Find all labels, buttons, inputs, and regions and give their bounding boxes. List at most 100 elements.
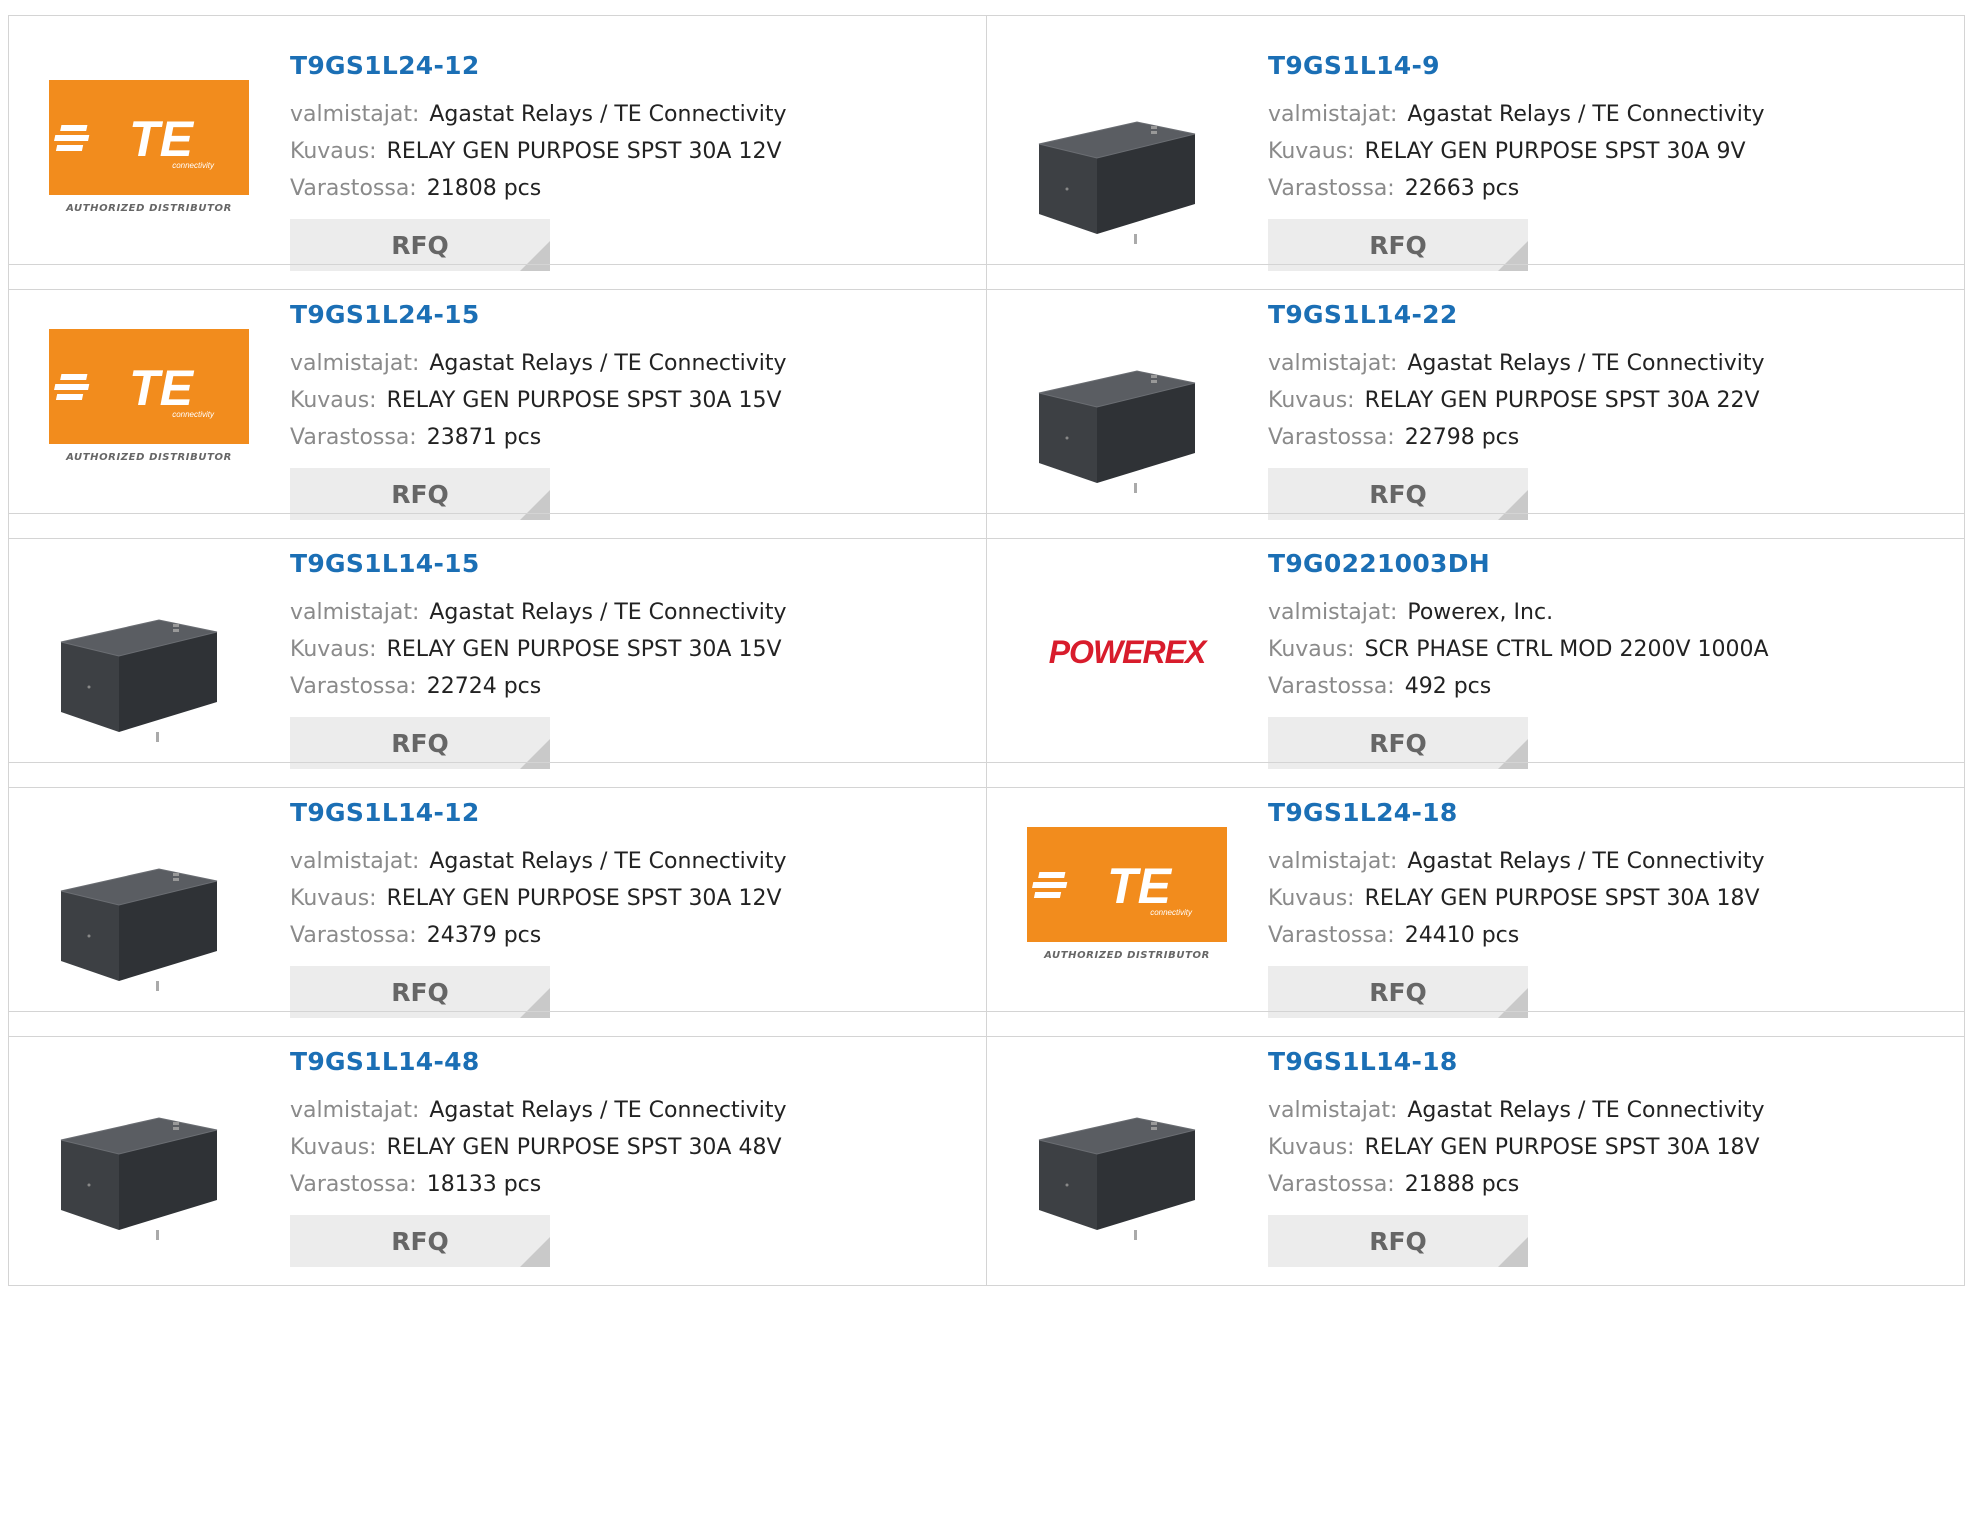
product-part-number-link[interactable]: T9GS1L14-48	[290, 1046, 787, 1078]
description-label: Kuvaus:	[290, 637, 377, 662]
description-value: SCR PHASE CTRL MOD 2200V 1000A	[1364, 637, 1769, 662]
stock-value: 22798 pcs	[1404, 425, 1520, 450]
product-image[interactable]: TE connectivity AUTHORIZED DISTRIBUTOR	[49, 303, 249, 503]
product-part-number-link[interactable]: T9GS1L14-18	[1268, 1046, 1765, 1078]
description-value: RELAY GEN PURPOSE SPST 30A 22V	[1364, 388, 1760, 413]
product-card: T9GS1L14-48 valmistajat: Agastat Relays /…	[9, 1012, 987, 1285]
rfq-button-label: RFQ	[391, 230, 449, 260]
product-image[interactable]	[1027, 1050, 1227, 1250]
powerex-logo: POWEREX	[1048, 633, 1207, 670]
product-part-number-link[interactable]: T9GS1L24-18	[1268, 797, 1765, 829]
stock-value: 21888 pcs	[1404, 1172, 1520, 1197]
product-image[interactable]	[49, 1050, 249, 1250]
stock-row: Varastossa: 23871 pcs	[290, 419, 787, 456]
product-info: T9GS1L14-9 valmistajat: Agastat Relays / …	[1268, 50, 1765, 271]
product-part-number-link[interactable]: T9G0221003DH	[1268, 548, 1769, 580]
stock-value: 22663 pcs	[1404, 176, 1520, 201]
stock-value: 24379 pcs	[426, 923, 542, 948]
relay-photo-icon	[49, 552, 249, 752]
description-label: Kuvaus:	[1268, 139, 1355, 164]
stock-row: Varastossa: 18133 pcs	[290, 1166, 787, 1203]
product-image[interactable]	[49, 552, 249, 752]
rfq-button-label: RFQ	[391, 479, 449, 509]
description-value: RELAY GEN PURPOSE SPST 30A 12V	[386, 886, 782, 911]
description-row: Kuvaus: RELAY GEN PURPOSE SPST 30A 15V	[290, 382, 787, 419]
description-row: Kuvaus: RELAY GEN PURPOSE SPST 30A 18V	[1268, 880, 1765, 917]
rfq-button-label: RFQ	[1369, 977, 1427, 1007]
manufacturer-row: valmistajat: Agastat Relays / TE Connecti…	[1268, 843, 1765, 880]
stock-label: Varastossa:	[290, 674, 417, 699]
manufacturer-label: valmistajat:	[1268, 849, 1398, 874]
stock-label: Varastossa:	[1268, 674, 1395, 699]
product-image[interactable]	[1027, 303, 1227, 503]
product-card: T9GS1L14-22 valmistajat: Agastat Relays /…	[987, 265, 1965, 538]
manufacturer-label: valmistajat:	[290, 849, 420, 874]
description-row: Kuvaus: SCR PHASE CTRL MOD 2200V 1000A	[1268, 631, 1769, 668]
stock-value: 18133 pcs	[426, 1172, 542, 1197]
description-row: Kuvaus: RELAY GEN PURPOSE SPST 30A 9V	[1268, 133, 1765, 170]
product-image[interactable]	[49, 801, 249, 1001]
manufacturer-value: Agastat Relays / TE Connectivity	[429, 600, 787, 625]
product-card: T9GS1L14-18 valmistajat: Agastat Relays /…	[987, 1012, 1965, 1285]
product-row: T9GS1L14-12 valmistajat: Agastat Relays /…	[8, 762, 1965, 1037]
product-info: T9GS1L14-12 valmistajat: Agastat Relays /…	[290, 797, 787, 1018]
te-tagline: connectivity	[172, 410, 215, 419]
stock-label: Varastossa:	[290, 176, 417, 201]
product-info: T9GS1L24-12 valmistajat: Agastat Relays /…	[290, 50, 787, 271]
rfq-button[interactable]: RFQ	[290, 1215, 550, 1267]
rfq-button-label: RFQ	[391, 977, 449, 1007]
product-part-number-link[interactable]: T9GS1L14-9	[1268, 50, 1765, 82]
description-row: Kuvaus: RELAY GEN PURPOSE SPST 30A 12V	[290, 880, 787, 917]
rfq-button-label: RFQ	[1369, 728, 1427, 758]
product-card: TE connectivity AUTHORIZED DISTRIBUTOR T9G…	[9, 265, 987, 538]
product-row: T9GS1L14-15 valmistajat: Agastat Relays /…	[8, 513, 1965, 788]
product-info: T9GS1L14-15 valmistajat: Agastat Relays /…	[290, 548, 787, 769]
product-info: T9GS1L24-18 valmistajat: Agastat Relays /…	[1268, 797, 1765, 1018]
description-value: RELAY GEN PURPOSE SPST 30A 48V	[386, 1135, 782, 1160]
description-value: RELAY GEN PURPOSE SPST 30A 15V	[386, 637, 782, 662]
manufacturer-row: valmistajat: Agastat Relays / TE Connecti…	[1268, 1092, 1765, 1129]
product-card: T9GS1L14-12 valmistajat: Agastat Relays /…	[9, 763, 987, 1036]
product-card: T9GS1L14-9 valmistajat: Agastat Relays / …	[987, 16, 1965, 289]
te-distributor-text: AUTHORIZED DISTRIBUTOR	[66, 203, 232, 214]
te-wordmark: TE	[1107, 858, 1173, 914]
description-label: Kuvaus:	[1268, 1135, 1355, 1160]
product-info: T9G0221003DH valmistajat: Powerex, Inc. K…	[1268, 548, 1769, 769]
description-row: Kuvaus: RELAY GEN PURPOSE SPST 30A 15V	[290, 631, 787, 668]
description-label: Kuvaus:	[290, 1135, 377, 1160]
te-distributor-text: AUTHORIZED DISTRIBUTOR	[66, 452, 232, 463]
product-part-number-link[interactable]: T9GS1L24-12	[290, 50, 787, 82]
manufacturer-label: valmistajat:	[1268, 1098, 1398, 1123]
product-image[interactable]	[1027, 54, 1227, 254]
description-row: Kuvaus: RELAY GEN PURPOSE SPST 30A 48V	[290, 1129, 787, 1166]
relay-photo-icon	[1027, 303, 1227, 503]
relay-photo-icon	[49, 801, 249, 1001]
stock-row: Varastossa: 24379 pcs	[290, 917, 787, 954]
manufacturer-value: Agastat Relays / TE Connectivity	[429, 102, 787, 127]
product-part-number-link[interactable]: T9GS1L14-12	[290, 797, 787, 829]
product-info: T9GS1L14-18 valmistajat: Agastat Relays /…	[1268, 1046, 1765, 1267]
product-image[interactable]: TE connectivity AUTHORIZED DISTRIBUTOR	[49, 54, 249, 254]
product-card: POWEREX T9G0221003DH valmistajat: Powerex…	[987, 514, 1965, 787]
manufacturer-value: Agastat Relays / TE Connectivity	[429, 1098, 787, 1123]
description-label: Kuvaus:	[1268, 886, 1355, 911]
description-value: RELAY GEN PURPOSE SPST 30A 18V	[1364, 886, 1760, 911]
relay-photo-icon	[1027, 1050, 1227, 1250]
stock-row: Varastossa: 21808 pcs	[290, 170, 787, 207]
manufacturer-value: Agastat Relays / TE Connectivity	[429, 849, 787, 874]
product-part-number-link[interactable]: T9GS1L24-15	[290, 299, 787, 331]
rfq-button[interactable]: RFQ	[1268, 1215, 1528, 1267]
manufacturer-row: valmistajat: Agastat Relays / TE Connecti…	[1268, 96, 1765, 133]
product-image[interactable]: TE connectivity AUTHORIZED DISTRIBUTOR	[1027, 801, 1227, 1001]
description-value: RELAY GEN PURPOSE SPST 30A 12V	[386, 139, 782, 164]
product-part-number-link[interactable]: T9GS1L14-22	[1268, 299, 1765, 331]
product-part-number-link[interactable]: T9GS1L14-15	[290, 548, 787, 580]
product-image[interactable]: POWEREX	[1027, 552, 1227, 752]
manufacturer-value: Agastat Relays / TE Connectivity	[429, 351, 787, 376]
product-card: TE connectivity AUTHORIZED DISTRIBUTOR T9G…	[987, 763, 1965, 1036]
relay-photo-icon	[49, 1050, 249, 1250]
description-label: Kuvaus:	[290, 388, 377, 413]
manufacturer-value: Powerex, Inc.	[1407, 600, 1554, 625]
manufacturer-value: Agastat Relays / TE Connectivity	[1407, 1098, 1765, 1123]
product-card: TE connectivity AUTHORIZED DISTRIBUTOR T9G…	[9, 16, 987, 289]
